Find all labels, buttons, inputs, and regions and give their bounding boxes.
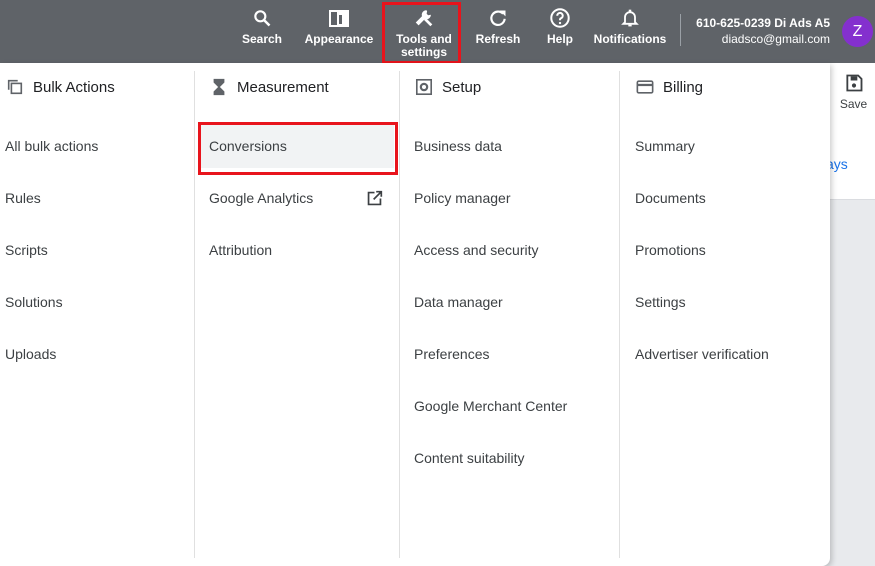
column-heading-measurement: Measurement (209, 77, 329, 97)
appearance-button[interactable]: Appearance (303, 0, 375, 63)
refresh-icon (490, 10, 506, 26)
menu-item-scripts[interactable]: Scripts (5, 228, 190, 272)
menu-item-preferences[interactable]: Preferences (414, 332, 614, 376)
menu-item-business-data[interactable]: Business data (414, 124, 614, 168)
avatar[interactable]: Z (842, 16, 873, 47)
top-bar: Search Appearance Tools and settings Ref… (0, 0, 875, 63)
menu-item-settings[interactable]: Settings (635, 280, 820, 324)
account-email: diadsco@gmail.com (721, 32, 830, 46)
save-icon (845, 74, 862, 92)
menu-item-summary[interactable]: Summary (635, 124, 820, 168)
menu-item-data-manager[interactable]: Data manager (414, 280, 614, 324)
appearance-label: Appearance (304, 32, 374, 46)
menu-item-policy-manager[interactable]: Policy manager (414, 176, 614, 220)
menu-item-advertiser-verification[interactable]: Advertiser verification (635, 332, 820, 376)
save-button[interactable]: Save (832, 73, 875, 111)
refresh-label: Refresh (475, 32, 521, 46)
column-divider (399, 71, 400, 558)
menu-item-rules[interactable]: Rules (5, 176, 190, 220)
external-link-icon (366, 190, 383, 212)
refresh-button[interactable]: Refresh (474, 0, 522, 63)
notifications-label: Notifications (593, 32, 667, 46)
menu-item-label: Google Analytics (209, 190, 314, 206)
search-label: Search (241, 32, 283, 46)
menu-item-google-merchant-center[interactable]: Google Merchant Center (414, 384, 614, 428)
column-heading-bulk-actions: Bulk Actions (5, 77, 115, 97)
wrench-icon (415, 10, 433, 27)
menu-item-access-and-security[interactable]: Access and security (414, 228, 614, 272)
search-button[interactable]: Search (240, 0, 284, 63)
tools-and-settings-label: Tools and settings (396, 32, 452, 59)
notifications-button[interactable]: Notifications (592, 0, 668, 63)
help-icon (550, 8, 570, 28)
menu-item-attribution[interactable]: Attribution (209, 228, 389, 272)
appearance-icon (329, 10, 349, 27)
help-button[interactable]: Help (543, 0, 577, 63)
save-label: Save (839, 97, 868, 111)
search-icon (254, 10, 271, 27)
menu-item-solutions[interactable]: Solutions (5, 280, 190, 324)
menu-item-promotions[interactable]: Promotions (635, 228, 820, 272)
tools-menu-panel: Bulk Actions All bulk actions Rules Scri… (0, 63, 830, 566)
menu-item-uploads[interactable]: Uploads (5, 332, 190, 376)
column-divider (619, 71, 620, 558)
column-heading-billing: Billing (635, 77, 703, 97)
menu-item-google-analytics[interactable]: Google Analytics (209, 176, 389, 220)
hourglass-icon (213, 78, 225, 96)
bulk-actions-icon (7, 79, 23, 95)
menu-item-content-suitability[interactable]: Content suitability (414, 436, 614, 480)
billing-icon (636, 80, 654, 94)
column-divider (194, 71, 195, 558)
help-label: Help (546, 32, 573, 46)
bell-icon (621, 9, 639, 27)
menu-item-conversions[interactable]: Conversions (200, 124, 394, 168)
topbar-divider (680, 14, 681, 46)
setup-icon (415, 78, 433, 96)
account-name: 610-625-0239 Di Ads A5 (696, 16, 830, 30)
menu-item-documents[interactable]: Documents (635, 176, 820, 220)
column-heading-setup: Setup (414, 77, 481, 97)
tools-and-settings-button[interactable]: Tools and settings (389, 0, 459, 63)
account-info[interactable]: 610-625-0239 Di Ads A5 diadsco@gmail.com (696, 15, 830, 47)
menu-item-all-bulk-actions[interactable]: All bulk actions (5, 124, 190, 168)
